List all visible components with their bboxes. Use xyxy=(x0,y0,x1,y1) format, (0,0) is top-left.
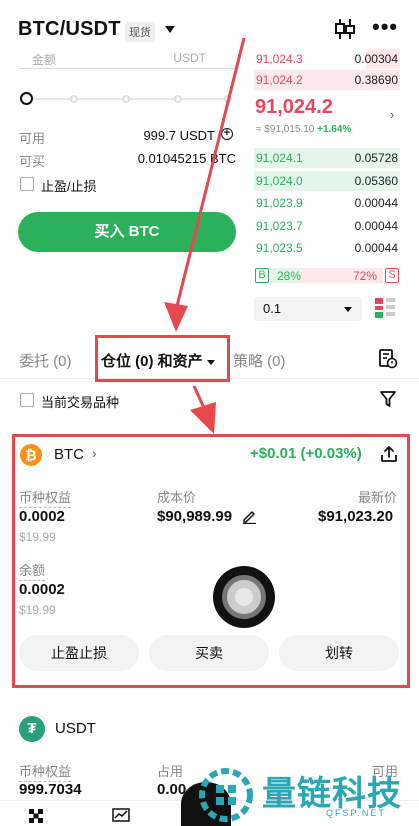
usdt-equity-value: 999.7034 xyxy=(19,781,82,798)
more-icon[interactable]: ••• xyxy=(372,16,398,38)
chevron-right-icon[interactable]: › xyxy=(390,107,394,122)
bid-row[interactable]: 91,024.1 0.05728 xyxy=(254,148,400,168)
buy-ratio-badge: B xyxy=(255,268,269,283)
current-pair-label: 当前交易品种 xyxy=(41,395,120,410)
tab-orders[interactable]: 委托 (0) xyxy=(19,350,72,371)
tpsl-checkbox[interactable] xyxy=(20,177,34,191)
pair-title[interactable]: BTC/USDT xyxy=(18,18,121,41)
chevron-down-icon xyxy=(344,307,352,312)
btc-card-highlight xyxy=(12,434,410,688)
bid-qty: 0.00044 xyxy=(354,241,398,255)
bid-qty: 0.05728 xyxy=(354,151,398,165)
ask-qty: 0.38690 xyxy=(354,73,398,87)
bid-row[interactable]: 91,023.9 0.00044 xyxy=(254,193,400,213)
usdt-equity-label: 币种权益 xyxy=(19,761,72,782)
index-price-value: ≈ $91,015.10 xyxy=(256,124,315,135)
usdt-symbol[interactable]: USDT xyxy=(55,720,96,737)
candlestick-chart-icon[interactable] xyxy=(334,17,356,41)
can-buy-value: 0.01045215 BTC xyxy=(137,151,236,166)
spot-badge: 现货 xyxy=(125,22,155,42)
available-label: 可用 xyxy=(19,131,46,146)
annotation-arrows xyxy=(164,37,246,434)
current-pair-checkbox[interactable] xyxy=(20,393,34,407)
amount-field[interactable]: 金额 USDT xyxy=(18,47,236,69)
bid-qty: 0.05360 xyxy=(354,174,398,188)
sell-ratio-value: 72% xyxy=(352,269,377,283)
buy-sell-ratio: B 28% 72% S xyxy=(255,268,399,284)
slider-step-75[interactable] xyxy=(174,95,182,103)
slider-step-50[interactable] xyxy=(122,95,130,103)
amount-slider[interactable] xyxy=(20,92,234,106)
depth-precision-value: 0.1 xyxy=(263,301,282,316)
ask-row[interactable]: 91,024.2 0.38690 xyxy=(254,70,400,90)
orderbook-layout-icon[interactable] xyxy=(374,297,396,319)
last-price: 91,024.2 xyxy=(255,96,333,118)
bid-price: 91,024.1 xyxy=(256,151,303,165)
slider-step-25[interactable] xyxy=(70,95,78,103)
positions-tab-highlight xyxy=(95,335,230,382)
bid-price: 91,023.5 xyxy=(256,241,303,255)
bid-row[interactable]: 91,023.7 0.00044 xyxy=(254,216,400,236)
sell-ratio-badge: S xyxy=(385,268,399,283)
slider-knob[interactable] xyxy=(20,92,33,105)
ask-row[interactable]: 91,024.3 0.00304 xyxy=(254,49,400,69)
available-value: 999.7 USDT xyxy=(143,128,215,143)
amount-unit: USDT xyxy=(173,51,206,65)
ask-qty: 0.00304 xyxy=(354,52,398,66)
occupied-label: 占用 xyxy=(157,764,184,779)
watermark-url: QFSP.NET xyxy=(326,808,386,818)
tether-icon: ₮ xyxy=(19,716,45,742)
bid-price: 91,023.9 xyxy=(256,196,303,210)
filter-icon[interactable] xyxy=(380,391,396,407)
amount-label: 金额 xyxy=(32,53,57,67)
index-price: ≈ $91,015.10 +1.64% xyxy=(256,124,351,135)
bid-price: 91,023.7 xyxy=(256,219,303,233)
tpsl-label: 止盈/止损 xyxy=(41,179,97,194)
bid-qty: 0.00044 xyxy=(354,219,398,233)
buy-ratio-value: 28% xyxy=(277,269,302,283)
order-history-icon[interactable] xyxy=(378,349,398,369)
markets-grid-icon[interactable] xyxy=(28,808,44,824)
depth-precision-select[interactable]: 0.1 xyxy=(254,297,362,321)
ask-price: 91,024.3 xyxy=(256,52,303,66)
watermark-logo-icon xyxy=(199,768,253,822)
slider-step-100[interactable] xyxy=(224,95,232,103)
tab-strategies[interactable]: 策略 (0) xyxy=(233,350,286,371)
bid-row[interactable]: 91,023.5 0.00044 xyxy=(254,238,400,258)
can-buy-label: 可买 xyxy=(19,154,46,169)
buy-button[interactable]: 买入 BTC xyxy=(18,212,236,252)
pair-dropdown-icon[interactable] xyxy=(165,26,175,33)
bid-price: 91,024.0 xyxy=(256,174,303,188)
trade-chart-icon[interactable] xyxy=(112,808,130,822)
deposit-plus-icon[interactable]: + xyxy=(221,128,233,140)
bid-row[interactable]: 91,024.0 0.05360 xyxy=(254,171,400,191)
bid-qty: 0.00044 xyxy=(354,196,398,210)
ask-price: 91,024.2 xyxy=(256,73,303,87)
price-change: +1.64% xyxy=(317,124,352,135)
